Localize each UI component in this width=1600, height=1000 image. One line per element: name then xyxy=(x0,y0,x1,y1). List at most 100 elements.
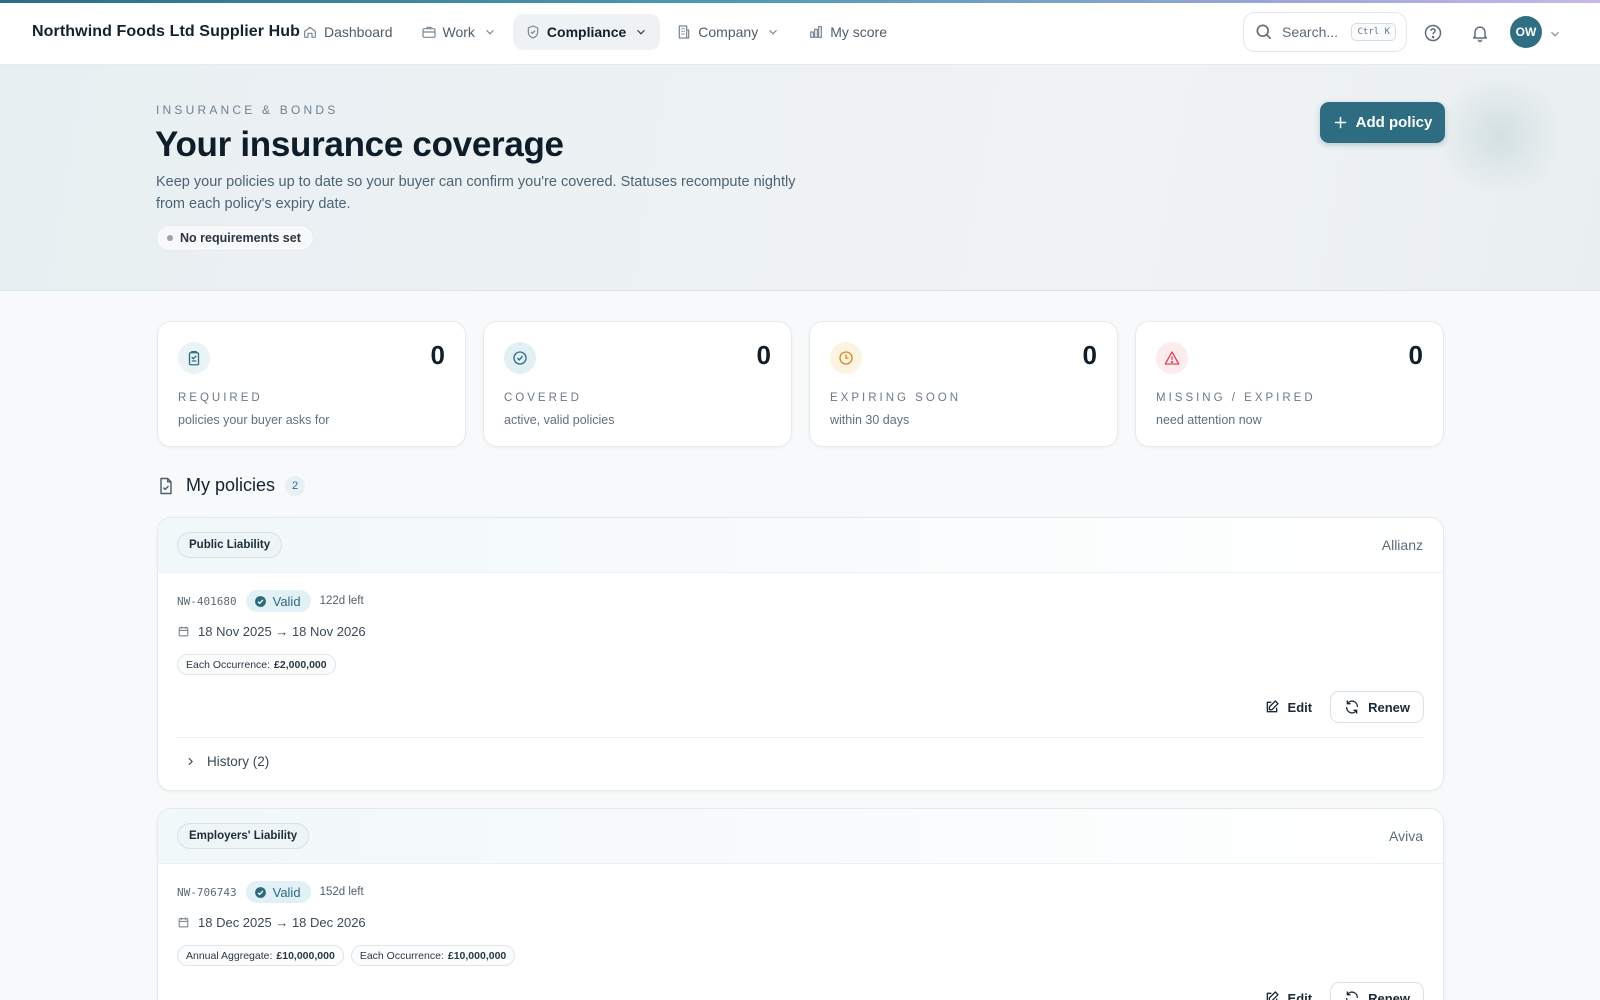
refresh-icon xyxy=(1346,991,1359,1000)
check-circle-filled-icon xyxy=(254,886,266,898)
limit-label: Annual Aggregate: xyxy=(186,949,273,962)
policy-meta-row: NW-706743 Valid 152d left xyxy=(177,881,364,903)
nav-dashboard-label: Dashboard xyxy=(324,24,393,40)
nav-work[interactable]: Work xyxy=(409,14,509,50)
history-toggle[interactable]: History (2) xyxy=(184,754,269,769)
stat-icon-badge xyxy=(504,342,536,374)
nav-work-label: Work xyxy=(442,24,475,40)
policy-dates: 18 Dec 2025 → 18 Dec 2026 xyxy=(198,915,366,930)
policy-card-header: Employers' Liability Aviva xyxy=(158,809,1443,864)
stat-sublabel: need attention now xyxy=(1156,413,1262,427)
nav-my-score[interactable]: My score xyxy=(796,14,899,50)
policy-type-badge: Public Liability xyxy=(177,532,283,558)
policy-limits: Each Occurrence: £2,000,000 xyxy=(177,654,336,675)
nav-company[interactable]: Company xyxy=(664,14,792,50)
document-check-icon xyxy=(160,477,172,494)
help-button[interactable] xyxy=(1420,20,1446,46)
chevron-down-icon xyxy=(769,29,778,35)
divider xyxy=(177,737,1424,738)
edit-icon xyxy=(1266,700,1279,713)
nav-company-label: Company xyxy=(698,24,759,40)
search-box[interactable]: Search... Ctrl K xyxy=(1243,12,1407,52)
stat-value: 0 xyxy=(1082,340,1097,370)
stat-card-expiring-soon: 0 EXPIRING SOON within 30 days xyxy=(809,321,1118,447)
brand-name[interactable]: Northwind Foods Ltd Supplier Hub xyxy=(32,23,300,41)
stat-sublabel: active, valid policies xyxy=(504,413,615,427)
stat-icon-badge xyxy=(178,342,210,374)
stat-sublabel: within 30 days xyxy=(830,413,910,427)
policies-section-header: My policies 2 xyxy=(156,475,306,496)
limit-label: Each Occurrence: xyxy=(359,949,444,962)
policy-card-header: Public Liability Allianz xyxy=(158,518,1443,573)
policy-number: NW-706743 xyxy=(177,885,237,899)
add-policy-label: Add policy xyxy=(1355,114,1433,131)
edit-label: Edit xyxy=(1287,699,1313,715)
chevron-down-icon xyxy=(637,29,646,35)
status-label: Valid xyxy=(272,593,301,609)
notifications-button[interactable] xyxy=(1467,20,1493,46)
policy-card: Public Liability Allianz NW-401680 Valid… xyxy=(157,517,1444,791)
chevron-down-icon xyxy=(486,29,494,35)
clock-icon xyxy=(839,351,853,365)
policies-section-title: My policies xyxy=(186,475,276,495)
page-title: Your insurance coverage xyxy=(155,125,564,164)
days-left: 152d left xyxy=(319,886,364,898)
limit-label: Each Occurrence: xyxy=(186,658,271,671)
policy-insurer: Aviva xyxy=(1389,828,1423,844)
stat-value: 0 xyxy=(1408,340,1423,370)
top-navigation-bar: Northwind Foods Ltd Supplier Hub Dashboa… xyxy=(0,3,1600,65)
renew-button[interactable]: Renew xyxy=(1330,982,1424,1000)
section-eyebrow: INSURANCE & BONDS xyxy=(156,103,339,117)
requirements-status-label: No requirements set xyxy=(180,231,301,245)
stat-sublabel: policies your buyer asks for xyxy=(178,413,330,427)
building-icon xyxy=(679,25,690,39)
edit-button[interactable]: Edit xyxy=(1264,699,1313,715)
stat-label: REQUIRED xyxy=(178,392,263,404)
nav-compliance[interactable]: Compliance xyxy=(512,14,661,50)
policy-actions: Edit Renew xyxy=(1264,982,1424,1000)
briefcase-icon xyxy=(421,26,436,38)
stat-value: 0 xyxy=(430,340,445,370)
home-icon xyxy=(304,26,316,38)
chevron-down-icon[interactable] xyxy=(1548,27,1562,41)
hero-section: INSURANCE & BONDS Your insurance coverag… xyxy=(0,65,1600,291)
limit-value: £2,000,000 xyxy=(274,658,327,671)
edit-button[interactable]: Edit xyxy=(1264,990,1313,1000)
renew-label: Renew xyxy=(1368,699,1410,715)
history-label: History (2) xyxy=(207,754,270,769)
hero-decoration xyxy=(1430,80,1570,190)
clipboard-icon xyxy=(188,350,200,366)
nav-dashboard[interactable]: Dashboard xyxy=(290,14,405,50)
search-shortcut-hint: Ctrl K xyxy=(1351,23,1396,41)
search-icon xyxy=(1254,22,1274,42)
help-icon xyxy=(1424,24,1442,42)
add-policy-button[interactable]: Add policy xyxy=(1320,102,1445,143)
edit-label: Edit xyxy=(1287,990,1313,1000)
stat-icon-badge xyxy=(1156,342,1188,374)
stat-label: COVERED xyxy=(504,392,582,404)
policy-card: Employers' Liability Aviva NW-706743 Val… xyxy=(157,808,1444,1000)
calendar-icon xyxy=(178,917,189,928)
policy-date-range: 18 Nov 2025 → 18 Nov 2026 xyxy=(177,624,366,639)
calendar-icon xyxy=(178,626,189,637)
renew-button[interactable]: Renew xyxy=(1330,691,1424,723)
shield-icon xyxy=(527,25,539,39)
limit-value: £10,000,000 xyxy=(447,949,507,962)
check-circle-icon xyxy=(513,351,527,365)
stat-card-covered: 0 COVERED active, valid policies xyxy=(483,321,792,447)
policy-dates: 18 Nov 2025 → 18 Nov 2026 xyxy=(198,624,366,639)
renew-label: Renew xyxy=(1368,990,1410,1000)
user-avatar[interactable]: OW xyxy=(1510,16,1542,48)
stat-icon-badge xyxy=(830,342,862,374)
edit-icon xyxy=(1266,991,1279,1000)
refresh-icon xyxy=(1346,700,1359,714)
stat-label: EXPIRING SOON xyxy=(830,392,962,404)
policy-actions: Edit Renew xyxy=(1264,691,1424,723)
search-input[interactable]: Search... xyxy=(1282,24,1343,40)
limit-chip: Each Occurrence: £10,000,000 xyxy=(350,945,516,966)
requirements-status-badge: No requirements set xyxy=(156,225,314,251)
limit-chip: Annual Aggregate: £10,000,000 xyxy=(177,945,344,966)
policy-type-badge: Employers' Liability xyxy=(177,823,310,849)
policy-number: NW-401680 xyxy=(177,594,237,608)
status-label: Valid xyxy=(272,884,301,900)
